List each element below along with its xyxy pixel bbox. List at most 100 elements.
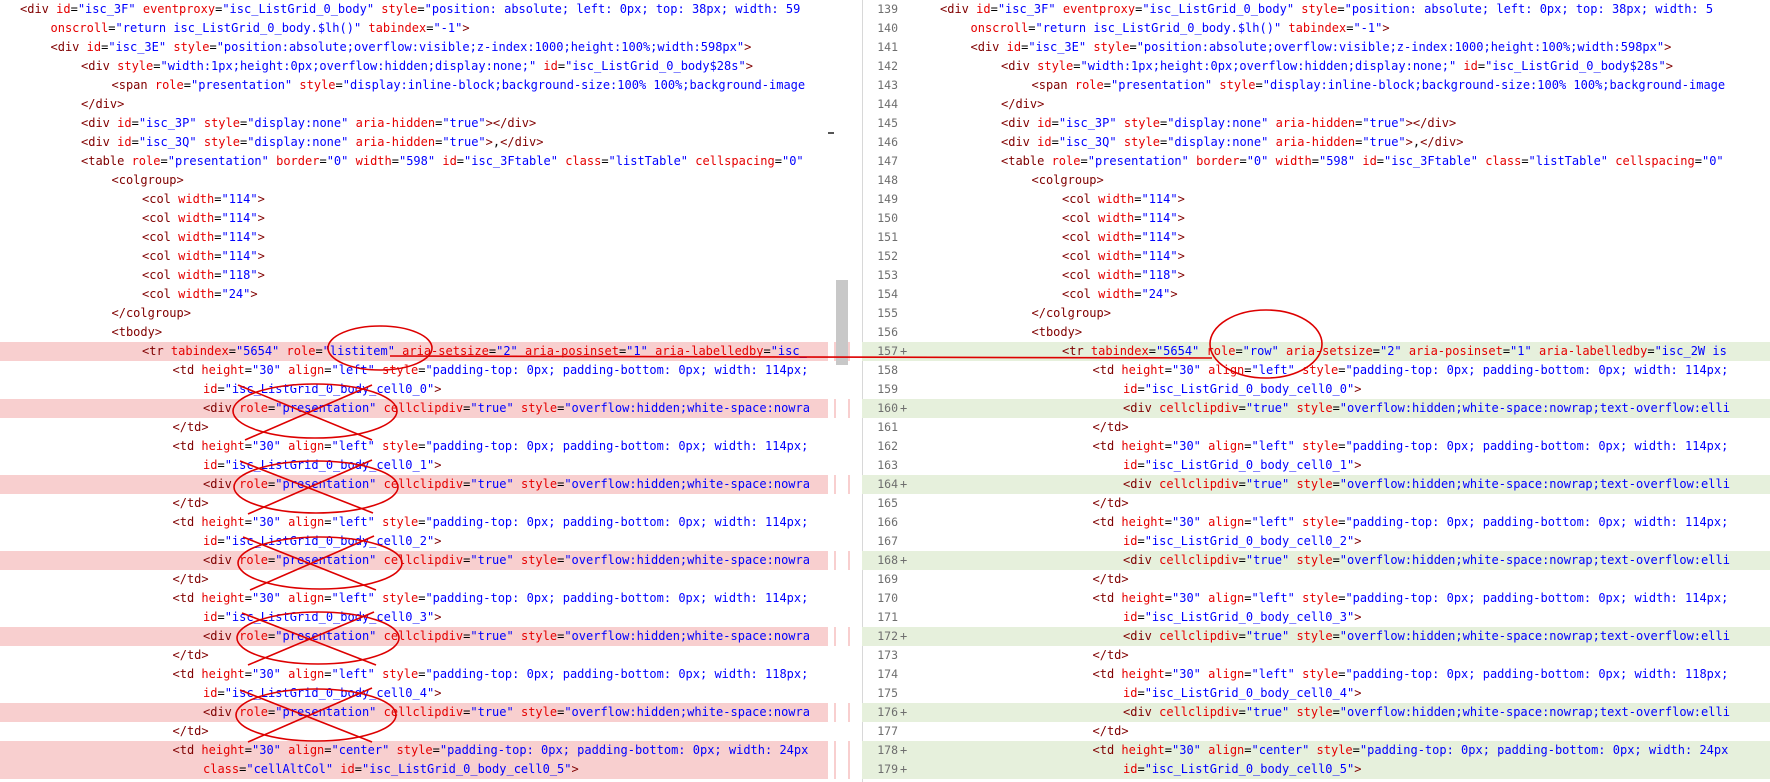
added-code-line[interactable]: 164 + <div cellclipdiv="true" style="overf… xyxy=(862,475,1770,494)
code-token: "isc_3E" xyxy=(108,40,167,54)
removed-code-line[interactable]: <div role="presentation" cellclipdiv="tr… xyxy=(0,551,850,570)
removed-code-line[interactable]: <div role="presentation" cellclipdiv="tr… xyxy=(0,627,850,646)
added-code-line[interactable]: 160 + <div cellclipdiv="true" style="overf… xyxy=(862,399,1770,418)
added-code-line[interactable]: 179 + id="isc_ListGrid_0_body_cell0_5"> xyxy=(862,760,1770,779)
code-line[interactable]: <div id="isc_3E" style="position:absolut… xyxy=(0,38,850,57)
code-line[interactable]: <tbody> xyxy=(0,323,850,342)
added-code-line[interactable]: 176 + <div cellclipdiv="true" style="overf… xyxy=(862,703,1770,722)
code-token: = xyxy=(244,667,252,681)
code-line[interactable]: <div id="isc_3Q" style="display:none" ar… xyxy=(0,133,850,152)
added-code-line[interactable]: 172 + <div cellclipdiv="true" style="overf… xyxy=(862,627,1770,646)
code-line[interactable]: 147 <table role="presentation" border="0"… xyxy=(862,152,1770,171)
code-line[interactable]: 145 <div id="isc_3P" style="display:none"… xyxy=(862,114,1770,133)
code-line[interactable]: </td> xyxy=(0,494,850,513)
code-line[interactable]: </td> xyxy=(0,570,850,589)
modified-editor-pane[interactable]: 139 <div id="isc_3F" eventproxy="isc_List… xyxy=(862,0,1770,782)
removed-code-line[interactable]: <tr tabindex="5654" role="listitem" aria… xyxy=(0,342,850,361)
code-line[interactable]: 156 <tbody> xyxy=(862,323,1770,342)
code-line[interactable]: 170 <td height="30" align="left" style="p… xyxy=(862,589,1770,608)
code-line[interactable]: 155 </colgroup> xyxy=(862,304,1770,323)
removed-code-line[interactable]: <td height="30" align="center" style="pa… xyxy=(0,741,850,760)
code-line[interactable]: <td height="30" align="left" style="padd… xyxy=(0,665,850,684)
code-line[interactable]: 141 <div id="isc_3E" style="position:abso… xyxy=(862,38,1770,57)
added-code-line[interactable]: 157 + <tr tabindex="5654" role="row" aria-… xyxy=(862,342,1770,361)
code-token: class xyxy=(1485,154,1522,168)
code-line[interactable]: 139 <div id="isc_3F" eventproxy="isc_List… xyxy=(862,0,1770,19)
code-token: "isc_ xyxy=(770,344,807,358)
code-token: cellspacing xyxy=(695,154,775,168)
code-line[interactable]: 149 <col width="114"> xyxy=(862,190,1770,209)
code-line[interactable]: 169 </td> xyxy=(862,570,1770,589)
code-line[interactable]: </td> xyxy=(0,418,850,437)
code-line[interactable]: </td> xyxy=(0,646,850,665)
code-line[interactable]: 151 <col width="114"> xyxy=(862,228,1770,247)
code-line[interactable]: <col width="118"> xyxy=(0,266,850,285)
code-token: "overflow:hidden;white-space:nowrap;text… xyxy=(1339,477,1730,491)
code-line[interactable]: </td> xyxy=(0,722,850,741)
code-line[interactable]: 177 </td> xyxy=(862,722,1770,741)
code-line[interactable]: id="isc_ListGrid_0_body_cell0_4"> xyxy=(0,684,850,703)
removed-code-line[interactable]: class="cellAltCol" id="isc_ListGrid_0_bo… xyxy=(0,760,850,779)
code-line[interactable]: id="isc_ListGrid_0_body_cell0_3"> xyxy=(0,608,850,627)
code-line[interactable]: </colgroup> xyxy=(0,304,850,323)
added-code-line[interactable]: 168 + <div cellclipdiv="true" style="overf… xyxy=(862,551,1770,570)
code-line[interactable]: <col width="114"> xyxy=(0,209,850,228)
code-line[interactable]: onscroll="return isc_ListGrid_0_body.$lh… xyxy=(0,19,850,38)
removed-code-line[interactable]: <div role="presentation" cellclipdiv="tr… xyxy=(0,399,850,418)
code-token: style xyxy=(1296,705,1333,719)
removed-code-line[interactable]: <div role="presentation" cellclipdiv="tr… xyxy=(0,475,850,494)
code-line[interactable]: id="isc_ListGrid_0_body_cell0_0"> xyxy=(0,380,850,399)
added-line-marker: + xyxy=(900,344,908,358)
removed-code-line[interactable]: <div role="presentation" cellclipdiv="tr… xyxy=(0,703,850,722)
code-line[interactable]: <col width="114"> xyxy=(0,228,850,247)
original-editor-pane[interactable]: <div id="isc_3F" eventproxy="isc_ListGri… xyxy=(0,0,850,782)
code-line[interactable]: <colgroup> xyxy=(0,171,850,190)
code-line[interactable]: 154 <col width="24"> xyxy=(862,285,1770,304)
code-line[interactable]: 148 <colgroup> xyxy=(862,171,1770,190)
code-line[interactable]: <div id="isc_3F" eventproxy="isc_ListGri… xyxy=(0,0,850,19)
line-number: 166 xyxy=(877,515,898,529)
code-line[interactable]: 163 id="isc_ListGrid_0_body_cell0_1"> xyxy=(862,456,1770,475)
code-line[interactable]: <col width="114"> xyxy=(0,247,850,266)
code-line[interactable]: 162 <td height="30" align="left" style="p… xyxy=(862,437,1770,456)
code-line[interactable]: id="isc_ListGrid_0_body_cell0_1"> xyxy=(0,456,850,475)
code-line[interactable]: id="isc_ListGrid_0_body_cell0_2"> xyxy=(0,532,850,551)
added-code-line[interactable]: 178 + <td height="30" align="center" style… xyxy=(862,741,1770,760)
code-line[interactable]: 165 </td> xyxy=(862,494,1770,513)
left-scrollbar-thumb[interactable] xyxy=(836,280,848,365)
code-token: "true" xyxy=(470,629,514,643)
code-line[interactable]: 171 id="isc_ListGrid_0_body_cell0_3"> xyxy=(862,608,1770,627)
code-line[interactable]: 144 </div> xyxy=(862,95,1770,114)
code-line[interactable]: <td height="30" align="left" style="padd… xyxy=(0,361,850,380)
code-line[interactable]: <td height="30" align="left" style="padd… xyxy=(0,513,850,532)
code-token: "overflow:hidden;white-space:nowra xyxy=(564,477,810,491)
code-line[interactable]: <div style = "width:1px;height:0px;overflo… xyxy=(0,57,850,76)
code-line[interactable]: 158 <td height="30" align="left" style="p… xyxy=(862,361,1770,380)
code-line[interactable]: <div id="isc_3P" style="display:none" ar… xyxy=(0,114,850,133)
code-line[interactable]: <table role="presentation" border="0" wi… xyxy=(0,152,850,171)
code-line[interactable]: </div> xyxy=(0,95,850,114)
line-number: 144 xyxy=(877,97,898,111)
code-line[interactable]: 166 <td height="30" align="left" style="p… xyxy=(862,513,1770,532)
code-line[interactable]: 175 id="isc_ListGrid_0_body_cell0_4"> xyxy=(862,684,1770,703)
code-line[interactable]: <span role="presentation" style="display… xyxy=(0,76,850,95)
code-line[interactable]: 143 <span role="presentation" style="disp… xyxy=(862,76,1770,95)
code-line[interactable]: 161 </td> xyxy=(862,418,1770,437)
code-line[interactable]: <col width="24"> xyxy=(0,285,850,304)
code-line[interactable]: 174 <td height="30" align="left" style="p… xyxy=(862,665,1770,684)
left-scrollbar[interactable] xyxy=(836,0,848,782)
code-line[interactable]: 146 <div id="isc_3Q" style="display:none"… xyxy=(862,133,1770,152)
code-line[interactable]: <td height="30" align="left" style="padd… xyxy=(0,589,850,608)
code-line[interactable]: 140 onscroll="return isc_ListGrid_0_body.… xyxy=(862,19,1770,38)
code-line[interactable]: 173 </td> xyxy=(862,646,1770,665)
code-line[interactable]: 150 <col width="114"> xyxy=(862,209,1770,228)
code-line[interactable]: 167 id="isc_ListGrid_0_body_cell0_2"> xyxy=(862,532,1770,551)
code-line[interactable]: 152 <col width="114"> xyxy=(862,247,1770,266)
code-line[interactable]: 159 id="isc_ListGrid_0_body_cell0_0"> xyxy=(862,380,1770,399)
code-token: width xyxy=(1098,211,1135,225)
code-line[interactable]: 153 <col width="118"> xyxy=(862,266,1770,285)
code-line[interactable]: 142 <div style = "width:1px;height:0px;over… xyxy=(862,57,1770,76)
code-line[interactable]: <td height="30" align="left" style="padd… xyxy=(0,437,850,456)
code-line[interactable]: <col width="114"> xyxy=(0,190,850,209)
